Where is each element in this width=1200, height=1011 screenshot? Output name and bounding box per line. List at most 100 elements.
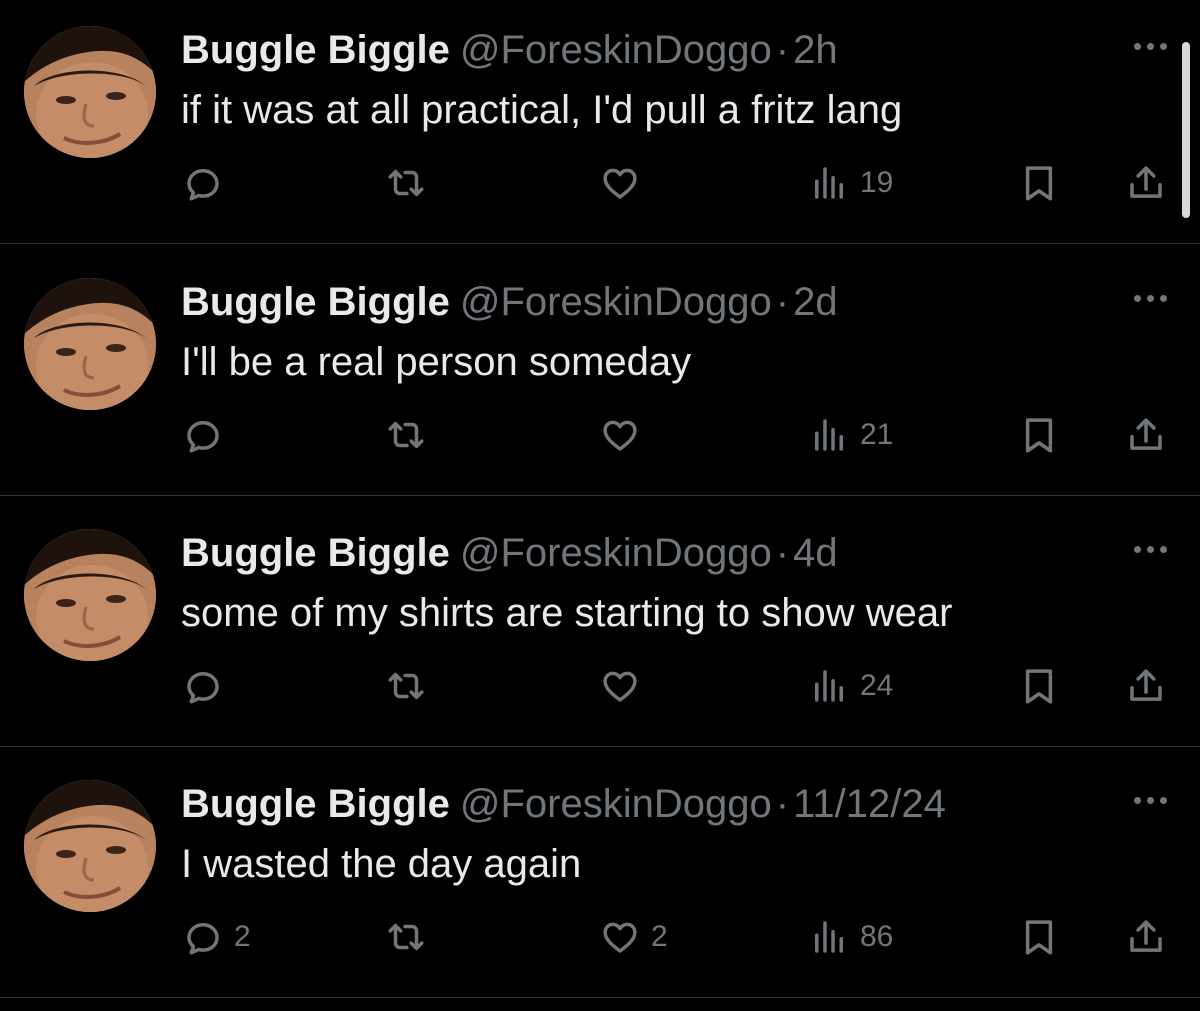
action-bar: 24 xyxy=(0,661,1200,711)
views-count: 21 xyxy=(860,418,894,451)
display-name[interactable]: Buggle Biggle xyxy=(181,531,450,575)
reply-count: 2 xyxy=(234,920,251,953)
action-bar: 2 2 86 xyxy=(0,912,1200,962)
retweet-button[interactable] xyxy=(385,158,437,208)
separator: · xyxy=(775,28,790,72)
more-options-button[interactable] xyxy=(1128,788,1172,812)
tweet-text: I'll be a real person someday xyxy=(181,340,692,384)
views-count: 24 xyxy=(860,669,894,702)
bookmark-button[interactable] xyxy=(1018,912,1060,962)
reply-button[interactable] xyxy=(182,661,234,711)
avatar-image xyxy=(24,780,156,912)
tweet-feed: Buggle Biggle @ForeskinDoggo · 2h if it was… xyxy=(0,0,1200,1011)
retweet-button[interactable] xyxy=(385,661,437,711)
reply-icon xyxy=(187,169,219,201)
action-bar: 19 xyxy=(0,158,1200,208)
like-button[interactable] xyxy=(599,158,651,208)
tweet-text: I wasted the day again xyxy=(181,842,582,886)
tweet-2[interactable]: Buggle Biggle @ForeskinDoggo · 2d I'll be a… xyxy=(0,244,1200,496)
like-button[interactable]: 2 xyxy=(599,912,668,962)
tweet-3[interactable]: Buggle Biggle @ForeskinDoggo · 4d some of m… xyxy=(0,495,1200,747)
tweet-text: some of my shirts are starting to show w… xyxy=(181,591,953,635)
user-handle[interactable]: @ForeskinDoggo xyxy=(460,28,772,72)
views-button[interactable]: 21 xyxy=(808,410,893,460)
avatar-image xyxy=(24,26,156,158)
timestamp[interactable]: 2d xyxy=(793,280,838,324)
heart-icon xyxy=(603,420,637,451)
more-options-button[interactable] xyxy=(1128,537,1172,561)
bookmark-button[interactable] xyxy=(1018,410,1060,460)
views-icon xyxy=(815,167,843,199)
tweet-1[interactable]: Buggle Biggle @ForeskinDoggo · 2h if it was… xyxy=(0,0,1200,244)
views-button[interactable]: 19 xyxy=(808,158,893,208)
heart-icon xyxy=(603,671,637,702)
views-icon xyxy=(815,419,843,451)
retweet-button[interactable] xyxy=(385,410,437,460)
tweet-header: Buggle Biggle @ForeskinDoggo · 4d xyxy=(181,529,838,577)
retweet-icon xyxy=(388,923,424,951)
display-name[interactable]: Buggle Biggle xyxy=(181,280,450,324)
user-handle[interactable]: @ForeskinDoggo xyxy=(460,782,772,826)
more-dot xyxy=(1159,796,1167,804)
like-button[interactable] xyxy=(599,661,651,711)
more-dot xyxy=(1146,545,1154,553)
share-button[interactable] xyxy=(1125,410,1167,460)
bookmark-icon xyxy=(1025,166,1053,201)
views-button[interactable]: 86 xyxy=(808,912,893,962)
avatar[interactable] xyxy=(24,278,156,410)
heart-icon xyxy=(603,168,637,199)
bookmark-button[interactable] xyxy=(1018,158,1060,208)
retweet-icon xyxy=(388,672,424,700)
reply-icon xyxy=(187,923,219,955)
user-handle[interactable]: @ForeskinDoggo xyxy=(460,280,772,324)
bookmark-icon xyxy=(1025,920,1053,955)
share-button[interactable] xyxy=(1125,912,1167,962)
bookmark-icon xyxy=(1025,418,1053,453)
views-icon xyxy=(815,670,843,702)
retweet-icon xyxy=(388,169,424,197)
more-horizontal-icon xyxy=(1133,796,1141,804)
timestamp[interactable]: 2h xyxy=(793,28,838,72)
more-dot xyxy=(1159,42,1167,50)
reply-button[interactable]: 2 xyxy=(182,912,251,962)
more-dot xyxy=(1159,545,1167,553)
more-dot xyxy=(1146,42,1154,50)
separator: · xyxy=(775,531,790,575)
avatar[interactable] xyxy=(24,780,156,912)
action-bar: 21 xyxy=(0,410,1200,460)
views-icon xyxy=(815,921,843,953)
tweet-header: Buggle Biggle @ForeskinDoggo · 11/12/24 xyxy=(181,780,946,828)
views-button[interactable]: 24 xyxy=(808,661,893,711)
share-button[interactable] xyxy=(1125,158,1167,208)
more-horizontal-icon xyxy=(1133,545,1141,553)
share-button[interactable] xyxy=(1125,661,1167,711)
more-options-button[interactable] xyxy=(1128,286,1172,310)
views-count: 86 xyxy=(860,920,894,953)
like-button[interactable] xyxy=(599,410,651,460)
timestamp[interactable]: 11/12/24 xyxy=(793,782,946,826)
display-name[interactable]: Buggle Biggle xyxy=(181,782,450,826)
display-name[interactable]: Buggle Biggle xyxy=(181,28,450,72)
avatar-image xyxy=(24,529,156,661)
user-handle[interactable]: @ForeskinDoggo xyxy=(460,531,772,575)
tweet-4[interactable]: Buggle Biggle @ForeskinDoggo · 11/12/24 I w… xyxy=(0,746,1200,998)
reply-button[interactable] xyxy=(182,158,234,208)
more-options-button[interactable] xyxy=(1128,34,1172,58)
share-icon xyxy=(1130,166,1162,198)
like-count: 2 xyxy=(651,920,668,953)
separator: · xyxy=(775,280,790,324)
retweet-button[interactable] xyxy=(385,912,437,962)
tweet-header: Buggle Biggle @ForeskinDoggo · 2d xyxy=(181,278,838,326)
avatar[interactable] xyxy=(24,529,156,661)
scrollbar[interactable] xyxy=(1182,42,1190,218)
retweet-icon xyxy=(388,421,424,449)
timestamp[interactable]: 4d xyxy=(793,531,838,575)
reply-button[interactable] xyxy=(182,410,234,460)
avatar[interactable] xyxy=(24,26,156,158)
views-count: 19 xyxy=(860,166,894,199)
share-icon xyxy=(1130,418,1162,450)
more-horizontal-icon xyxy=(1133,294,1141,302)
tweet-text: if it was at all practical, I'd pull a f… xyxy=(181,88,903,132)
reply-icon xyxy=(187,672,219,704)
bookmark-button[interactable] xyxy=(1018,661,1060,711)
